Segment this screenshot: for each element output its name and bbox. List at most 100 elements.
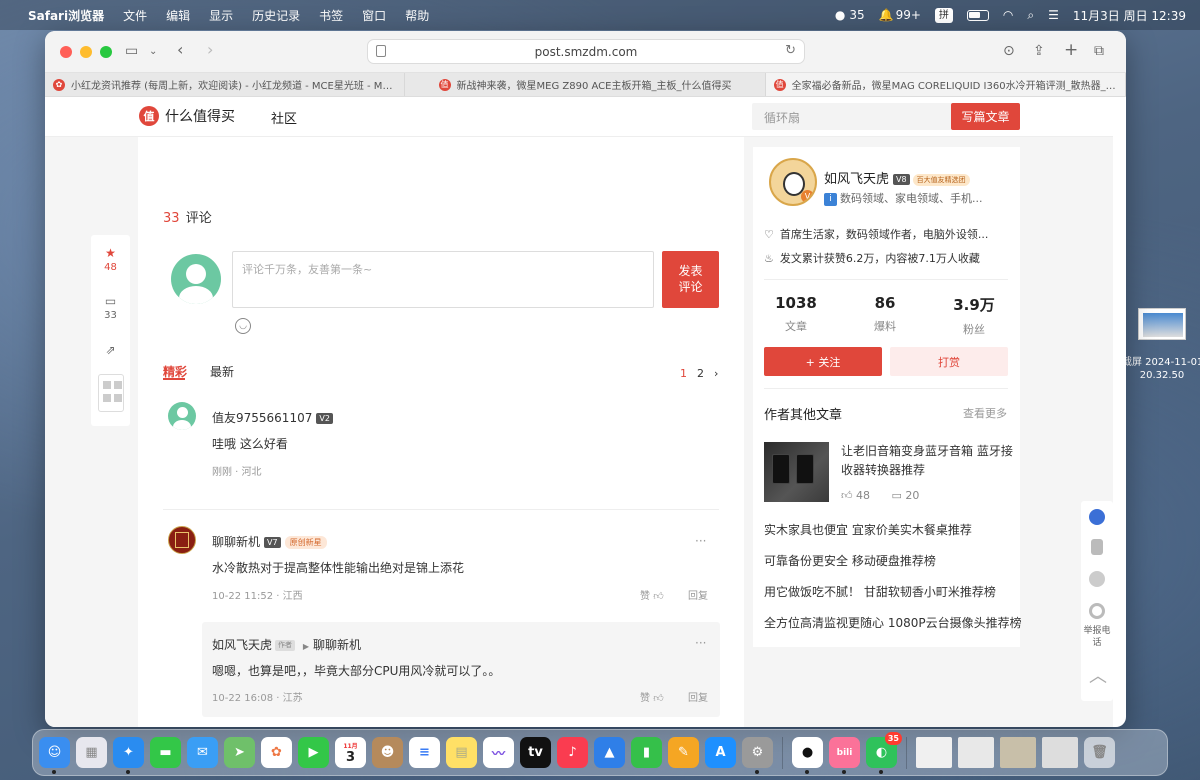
- menu-help[interactable]: 帮助: [405, 7, 429, 24]
- contacts-icon[interactable]: ☻: [372, 737, 403, 768]
- menu-history[interactable]: 历史记录: [252, 7, 300, 24]
- site-logo[interactable]: 值 什么值得买: [139, 106, 235, 126]
- like-button[interactable]: 赞 👍︎: [640, 689, 664, 704]
- photos-icon[interactable]: ✿: [261, 737, 292, 768]
- qq-icon[interactable]: ●: [792, 737, 823, 774]
- wifi-icon[interactable]: ◠: [1003, 8, 1013, 22]
- desktop-screenshot-thumbnail[interactable]: [1138, 308, 1186, 340]
- other-article-link[interactable]: 可靠备份更安全 移动硬盘推荐榜: [764, 552, 936, 569]
- freeform-icon[interactable]: 〰: [483, 737, 514, 768]
- zoom-window-button[interactable]: [100, 45, 112, 58]
- download-icon[interactable]: ⊙: [1003, 43, 1015, 59]
- finder-icon[interactable]: ☺: [39, 737, 70, 774]
- ai-assistant-icon[interactable]: [1089, 509, 1105, 525]
- apple-tv-icon[interactable]: tv: [520, 737, 551, 768]
- tab-1[interactable]: ✿ 小红龙资讯推荐 (每周上新，欢迎阅读) - 小红龙频道 - MCE星光班 -…: [45, 73, 406, 96]
- reward-button[interactable]: 打赏: [890, 347, 1008, 376]
- reply-username[interactable]: 如风飞天虎: [212, 638, 272, 652]
- music-icon[interactable]: ♪: [557, 737, 588, 768]
- desktop-screenshot-label[interactable]: 截屏 2024-11-01 20.32.50: [1122, 356, 1200, 382]
- minimize-window-button[interactable]: [80, 45, 92, 58]
- address-bar[interactable]: post.smzdm.com ↻: [367, 39, 805, 64]
- emoji-icon[interactable]: ◡: [235, 318, 251, 334]
- minimized-window-2[interactable]: [958, 737, 994, 768]
- reply-to-username[interactable]: 聊聊新机: [313, 638, 361, 652]
- maps-icon[interactable]: ➤: [224, 737, 255, 768]
- clock[interactable]: 11月3日 周日 12:39: [1073, 7, 1186, 24]
- menu-app-name[interactable]: Safari浏览器: [28, 7, 104, 24]
- forward-icon[interactable]: ›: [207, 40, 213, 59]
- comment-input[interactable]: 评论千万条，友善第一条~: [232, 251, 654, 308]
- page-1[interactable]: 1: [680, 367, 687, 380]
- featured-article-thumbnail[interactable]: [764, 442, 829, 502]
- back-to-top-icon[interactable]: ︿: [1089, 668, 1107, 686]
- reminders-icon[interactable]: ≡: [409, 737, 440, 768]
- comment-avatar[interactable]: [168, 526, 196, 554]
- share-icon[interactable]: ⇪: [1033, 43, 1045, 59]
- facetime-icon[interactable]: ▶: [298, 737, 329, 768]
- bilibili-icon[interactable]: bili: [829, 737, 860, 774]
- launchpad-icon[interactable]: ▦: [76, 737, 107, 768]
- close-window-button[interactable]: [60, 45, 72, 58]
- tab-2[interactable]: 值 新战神来袭，微星MEG Z890 ACE主板开箱_主板_什么值得买: [405, 73, 766, 96]
- keynote-icon[interactable]: ▲: [594, 737, 625, 768]
- more-options-icon[interactable]: ···: [695, 534, 706, 548]
- minimized-window-1[interactable]: [916, 737, 952, 768]
- report-phone-label[interactable]: 举报电话: [1083, 625, 1111, 649]
- tab-overview-icon[interactable]: ⧉: [1094, 43, 1104, 59]
- stat-fans[interactable]: 3.9万 粉丝: [934, 294, 1014, 337]
- reply-button[interactable]: 回复: [688, 689, 708, 704]
- input-method-indicator[interactable]: 拼: [934, 7, 953, 23]
- new-tab-icon[interactable]: +: [1064, 40, 1078, 60]
- messages-icon[interactable]: ▬: [150, 737, 181, 768]
- author-avatar[interactable]: V: [769, 158, 817, 206]
- comment-username[interactable]: 聊聊新机 V7 原创新星: [212, 533, 327, 550]
- reload-icon[interactable]: ↻: [785, 43, 796, 58]
- author-name[interactable]: 如风飞天虎 V8 百大值友精选团: [824, 168, 970, 187]
- sidebar-chevron-icon[interactable]: ⌄: [149, 46, 157, 57]
- stat-tips[interactable]: 86 爆料: [845, 294, 925, 334]
- comment-button[interactable]: ▭ 33: [91, 283, 130, 331]
- back-icon[interactable]: ‹: [177, 40, 183, 59]
- post-comment-button[interactable]: 发表 评论: [662, 251, 719, 308]
- sidebar-toggle-icon[interactable]: ▭: [125, 43, 138, 59]
- feedback-icon[interactable]: [1089, 571, 1105, 587]
- menu-window[interactable]: 窗口: [362, 7, 386, 24]
- other-article-link[interactable]: 实木家具也便宜 宜家价美实木餐桌推荐: [764, 521, 972, 538]
- more-options-icon[interactable]: ···: [695, 636, 706, 650]
- wechat-icon[interactable]: ◐ 35: [866, 732, 902, 774]
- menu-bookmarks[interactable]: 书签: [319, 7, 343, 24]
- numbers-icon[interactable]: ▮: [631, 737, 662, 768]
- reply-button[interactable]: 回复: [688, 587, 708, 602]
- notification-status-icon[interactable]: 🔔 99+: [879, 8, 921, 22]
- like-button[interactable]: 赞 👍︎: [640, 587, 664, 602]
- minimized-window-3[interactable]: [1000, 737, 1036, 768]
- tab-latest[interactable]: 最新: [210, 363, 234, 380]
- safari-icon[interactable]: ✦: [113, 737, 144, 774]
- next-page-icon[interactable]: ›: [714, 367, 718, 380]
- favorite-button[interactable]: ★ 48: [91, 235, 130, 283]
- trash-icon[interactable]: 🗑︎: [1084, 737, 1115, 768]
- minimized-window-4[interactable]: [1042, 737, 1078, 768]
- other-article-link[interactable]: 全方位高清监视更随心 1080P云台摄像头推荐榜: [764, 614, 1022, 631]
- follow-button[interactable]: + 关注: [764, 347, 882, 376]
- calendar-icon[interactable]: 11月 3: [335, 737, 366, 768]
- mobile-app-icon[interactable]: [1091, 539, 1103, 555]
- battery-icon[interactable]: [966, 9, 989, 21]
- pages-icon[interactable]: ✎: [668, 737, 699, 768]
- system-settings-icon[interactable]: ⚙: [742, 737, 773, 774]
- notes-icon[interactable]: ▤: [446, 737, 477, 768]
- comment-avatar[interactable]: [168, 402, 196, 430]
- app-store-icon[interactable]: A: [705, 737, 736, 768]
- nav-community-link[interactable]: 社区: [271, 108, 297, 127]
- featured-article-title[interactable]: 让老旧音箱变身蓝牙音箱 蓝牙接收器转换器推荐: [841, 442, 1013, 480]
- control-center-icon[interactable]: ☰: [1048, 8, 1059, 22]
- menu-file[interactable]: 文件: [123, 7, 147, 24]
- qr-code-button[interactable]: [91, 359, 130, 426]
- search-input[interactable]: 循环扇: [752, 103, 952, 130]
- see-more-link[interactable]: 查看更多: [963, 405, 1007, 421]
- menu-edit[interactable]: 编辑: [166, 7, 190, 24]
- stat-articles[interactable]: 1038 文章: [756, 294, 836, 334]
- tab-3-active[interactable]: 值 全家福必备新品，微星MAG CORELIQUID I360水冷开箱评测_散热…: [765, 73, 1126, 96]
- help-ring-icon[interactable]: [1089, 603, 1105, 619]
